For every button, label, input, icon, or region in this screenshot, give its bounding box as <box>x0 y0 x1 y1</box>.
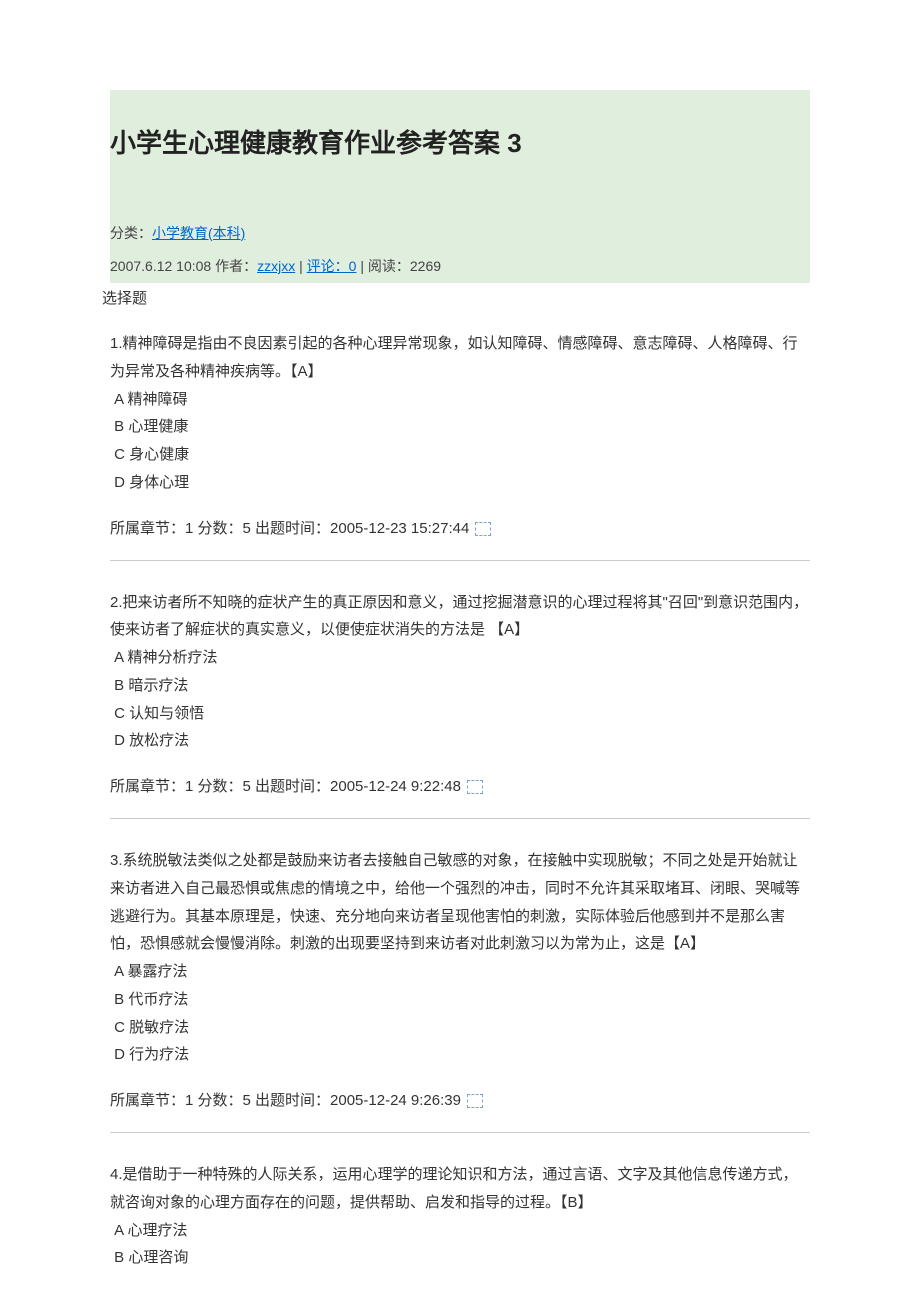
section-label: 选择题 <box>102 283 810 330</box>
question-text: 3.系统脱敏法类似之处都是鼓励来访者去接触自己敏感的对象，在接触中实现脱敏；不同… <box>110 847 810 958</box>
option-c: C 脱敏疗法 <box>110 1014 810 1042</box>
question-meta: 所属章节：1 分数：5 出题时间：2005-12-24 9:22:48 <box>110 773 810 800</box>
post-date: 2007.6.12 10:08 <box>110 258 211 274</box>
option-b: B 心理健康 <box>110 413 810 441</box>
option-c: C 身心健康 <box>110 441 810 469</box>
option-a: A 心理疗法 <box>110 1217 810 1245</box>
question-block: 1.精神障碍是指由不良因素引起的各种心理异常现象，如认知障碍、情感障碍、意志障碍… <box>110 330 810 542</box>
placeholder-icon <box>467 1094 483 1108</box>
placeholder-icon <box>475 522 491 536</box>
divider <box>110 818 810 819</box>
category-label: 分类： <box>110 225 152 241</box>
question-block: 3.系统脱敏法类似之处都是鼓励来访者去接触自己敏感的对象，在接触中实现脱敏；不同… <box>110 847 810 1114</box>
author-link[interactable]: zzxjxx <box>257 258 295 274</box>
question-block: 4.是借助于一种特殊的人际关系，运用心理学的理论知识和方法，通过言语、文字及其他… <box>110 1161 810 1272</box>
option-a: A 精神障碍 <box>110 386 810 414</box>
option-a: A 暴露疗法 <box>110 958 810 986</box>
divider <box>110 560 810 561</box>
question-text: 2.把来访者所不知晓的症状产生的真正原因和意义，通过挖掘潜意识的心理过程将其"召… <box>110 589 810 645</box>
option-a: A 精神分析疗法 <box>110 644 810 672</box>
question-meta: 所属章节：1 分数：5 出题时间：2005-12-24 9:26:39 <box>110 1087 810 1114</box>
page-title: 小学生心理健康教育作业参考答案 3 <box>110 120 810 217</box>
category-row: 分类：小学教育(本科) <box>110 217 810 250</box>
option-d: D 放松疗法 <box>110 727 810 755</box>
question-block: 2.把来访者所不知晓的症状产生的真正原因和意义，通过挖掘潜意识的心理过程将其"召… <box>110 589 810 801</box>
option-d: D 行为疗法 <box>110 1041 810 1069</box>
header-box: 小学生心理健康教育作业参考答案 3 分类：小学教育(本科) 2007.6.12 … <box>110 90 810 283</box>
meta-row: 2007.6.12 10:08 作者：zzxjxx | 评论：0 | 阅读：22… <box>110 250 810 283</box>
question-meta: 所属章节：1 分数：5 出题时间：2005-12-23 15:27:44 <box>110 515 810 542</box>
question-text: 1.精神障碍是指由不良因素引起的各种心理异常现象，如认知障碍、情感障碍、意志障碍… <box>110 330 810 386</box>
question-text: 4.是借助于一种特殊的人际关系，运用心理学的理论知识和方法，通过言语、文字及其他… <box>110 1161 810 1217</box>
option-b: B 心理咨询 <box>110 1244 810 1272</box>
read-count: 阅读：2269 <box>368 258 441 274</box>
separator: | <box>299 258 307 274</box>
option-b: B 代币疗法 <box>110 986 810 1014</box>
placeholder-icon <box>467 780 483 794</box>
option-d: D 身体心理 <box>110 469 810 497</box>
option-c: C 认知与领悟 <box>110 700 810 728</box>
option-b: B 暗示疗法 <box>110 672 810 700</box>
separator: | <box>360 258 368 274</box>
divider <box>110 1132 810 1133</box>
category-link[interactable]: 小学教育(本科) <box>152 225 245 241</box>
author-label: 作者： <box>215 258 257 274</box>
comments-link[interactable]: 评论：0 <box>307 258 357 274</box>
